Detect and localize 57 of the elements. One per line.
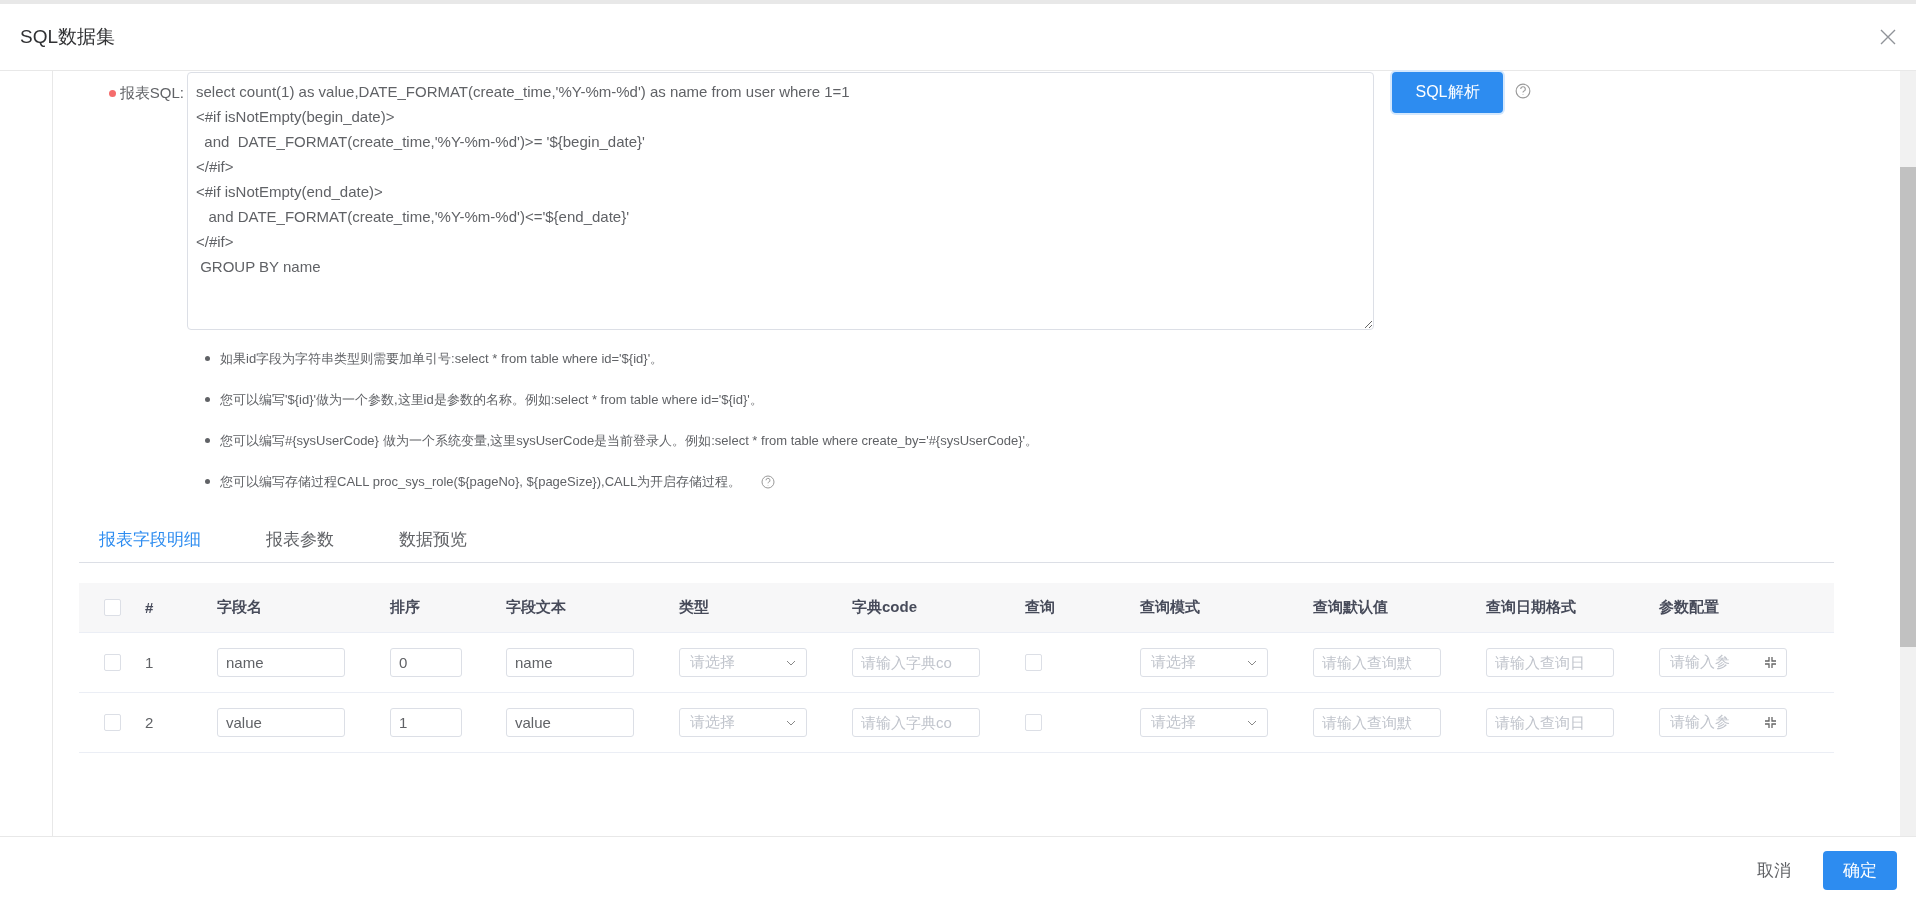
cancel-button[interactable]: 取消 <box>1745 850 1803 890</box>
tab[interactable]: 报表参数 <box>246 522 354 562</box>
chevron-down-icon <box>1247 659 1257 666</box>
column-header: 字段文本 <box>506 598 566 617</box>
chevron-down-icon <box>786 719 796 726</box>
column-header: 查询日期格式 <box>1486 598 1576 617</box>
row-number: 2 <box>145 714 154 731</box>
hint-text: 您可以编写存储过程CALL proc_sys_role(${pageNo}, ${pageSize}),CALL为开启存储过程。 <box>220 472 742 491</box>
help-icon[interactable] <box>761 474 776 489</box>
input-field[interactable]: value <box>506 708 634 737</box>
dialog-title: SQL数据集 <box>20 25 116 49</box>
chevron-down-icon <box>786 659 796 666</box>
scrollbar[interactable] <box>1900 71 1916 836</box>
input-field[interactable]: 0 <box>390 648 462 677</box>
input-field[interactable]: 请输入查询日 <box>1486 648 1614 677</box>
input-field[interactable]: name <box>217 648 345 677</box>
column-header: 参数配置 <box>1659 598 1719 617</box>
column-header: 字段名 <box>217 598 262 617</box>
input-field[interactable]: 请输入查询默 <box>1313 648 1441 677</box>
column-header: 字典code <box>852 598 917 617</box>
collapse-icon <box>1765 657 1776 668</box>
input-field[interactable]: 请输入字典co <box>852 708 980 737</box>
column-header: # <box>145 599 154 616</box>
hint-text: 如果id字段为字符串类型则需要加单引号:select * from table where id='${id}'。 <box>220 349 664 368</box>
column-header: 查询 <box>1025 598 1055 617</box>
input-field[interactable]: value <box>217 708 345 737</box>
hint-text: 您可以编写'${id}'做为一个参数,这里id是参数的名称。例如:select * from table where id='${id}'。 <box>220 390 763 409</box>
hint-text: 您可以编写#{sysUserCode} 做为一个系统变量,这里sysUserCode是当前登录人。例如:select * from table where create_by='#{sysUserCode}'。 <box>220 431 1039 450</box>
input-field[interactable]: 1 <box>390 708 462 737</box>
input-field[interactable]: 请输入查询默 <box>1313 708 1441 737</box>
column-header: 查询默认值 <box>1313 598 1388 617</box>
tab[interactable]: 数据预览 <box>379 522 487 562</box>
close-icon[interactable] <box>1880 29 1896 45</box>
help-icon[interactable] <box>1515 83 1531 99</box>
collapse-icon <box>1765 717 1776 728</box>
chevron-down-icon <box>1247 719 1257 726</box>
bullet-icon <box>205 356 210 361</box>
row-number: 1 <box>145 654 154 671</box>
checkbox[interactable] <box>1025 654 1042 671</box>
checkbox[interactable] <box>1025 714 1042 731</box>
input-field[interactable]: name <box>506 648 634 677</box>
bullet-icon <box>205 397 210 402</box>
field-label: 报表SQL: <box>119 84 184 103</box>
sql-parse-button[interactable]: SQL解析 <box>1392 72 1503 113</box>
column-header: 类型 <box>679 598 709 617</box>
sql-textarea[interactable]: select count(1) as value,DATE_FORMAT(create_time,'%Y-%m-%d') as name from user where 1=1 <#if isNotEmpty(begin_date)> and DATE_FORMAT(create_time,'%Y-%m-%d')>= '${begin_date}' </#if> <#if isNotEmpty(end_date)> and DATE_FORMAT(create_time,'%Y-%m-%d')<='${end_date}' </#if> GROUP BY name <box>187 72 1374 330</box>
bullet-icon <box>205 438 210 443</box>
input-field[interactable]: 请输入查询日 <box>1486 708 1614 737</box>
tab[interactable]: 报表字段明细 <box>79 522 221 562</box>
column-header: 查询模式 <box>1140 598 1200 617</box>
column-header: 排序 <box>390 598 420 617</box>
checkbox[interactable] <box>103 714 121 731</box>
input-field[interactable]: 请输入字典co <box>852 648 980 677</box>
ok-button[interactable]: 确定 <box>1823 850 1897 890</box>
checkbox[interactable] <box>103 654 121 671</box>
bullet-icon <box>205 479 210 484</box>
checkbox[interactable] <box>103 599 121 616</box>
